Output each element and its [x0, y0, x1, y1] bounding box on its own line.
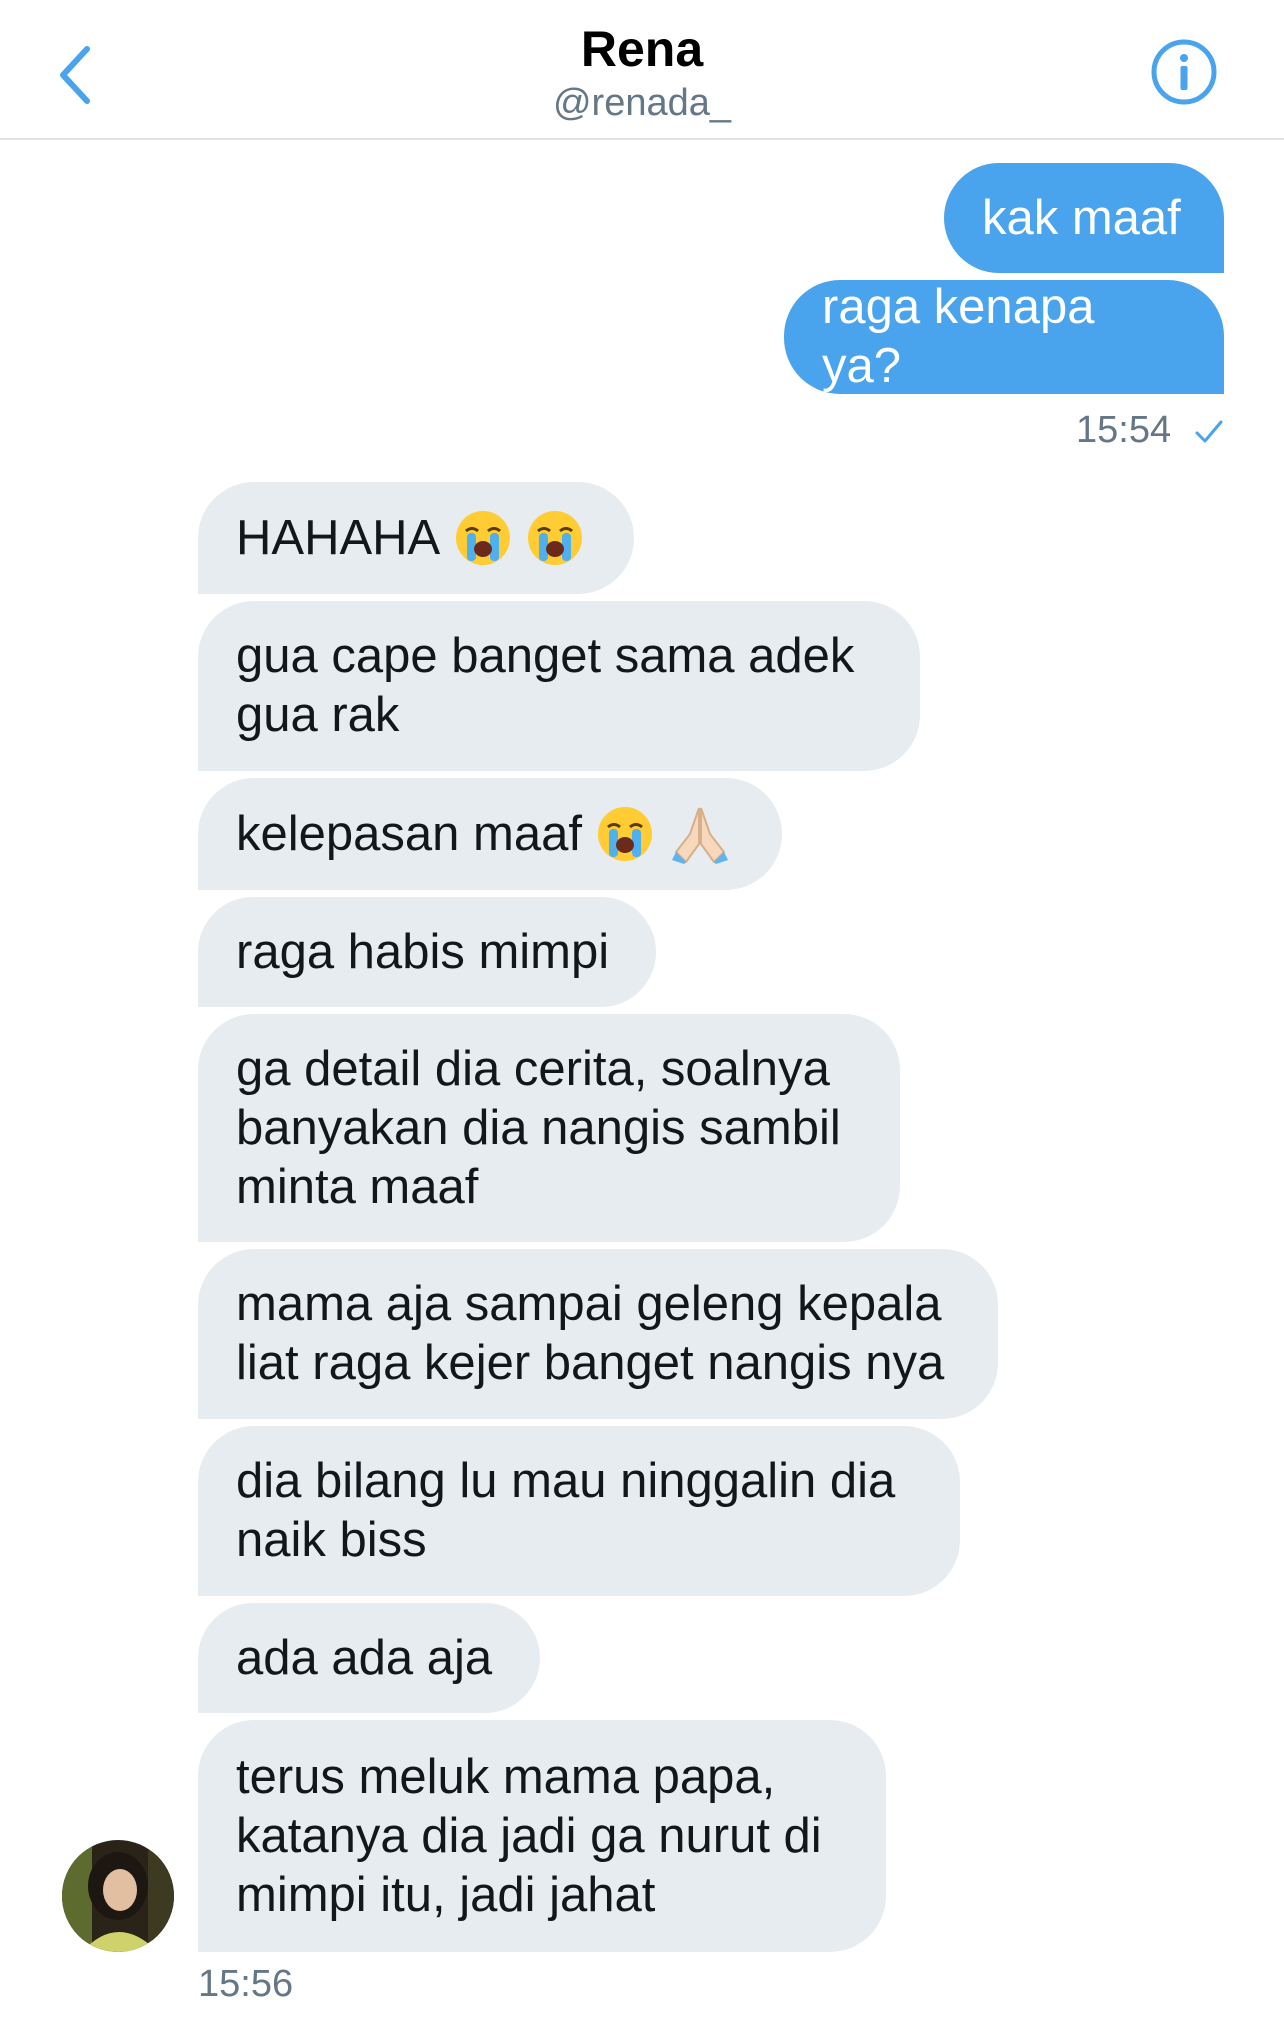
message-text: dia bilang lu mau ninggalin dia naik bis… [236, 1454, 896, 1567]
loudly-crying-face-emoji [456, 511, 511, 565]
checkmark-icon [1195, 420, 1223, 443]
sent-timestamp: 15:54 [1076, 407, 1224, 453]
message-bubble-received[interactable]: dia bilang lu mau ninggalin dia naik bis… [198, 1426, 960, 1596]
message-text: raga kenapa ya? [822, 280, 1095, 393]
avatar-photo [62, 1840, 174, 1952]
message-bubble-received[interactable]: gua cape banget sama adek gua rak [198, 601, 920, 771]
message-text: gua cape banget sama adek gua rak [236, 629, 855, 742]
conversation-header: Rena @renada_ [0, 0, 1284, 140]
message-bubble-received[interactable]: ga detail dia cerita, soalnya banyakan d… [198, 1014, 900, 1242]
folded-hands-emoji [671, 807, 728, 864]
message-text: raga habis mimpi [236, 924, 610, 979]
message-bubble-received[interactable]: raga habis mimpi [198, 897, 656, 1007]
conversation-title-block[interactable]: Rena @renada_ [0, 18, 1284, 126]
timestamp-text: 15:54 [1076, 409, 1172, 451]
contact-name: Rena [580, 21, 704, 77]
message-text: ada ada aja [236, 1630, 493, 1685]
message-bubble-received[interactable]: kelepasan maaf [198, 778, 782, 890]
contact-handle: @renada_ [552, 82, 732, 124]
message-text: HAHAHA [236, 510, 441, 565]
avatar[interactable] [62, 1840, 174, 1952]
message-bubble-sent[interactable]: raga kenapa ya? [784, 280, 1224, 394]
message-text: mama aja sampai geleng kepala liat raga … [236, 1277, 945, 1390]
message-text: ga detail dia cerita, soalnya banyakan d… [236, 1041, 841, 1214]
message-bubble-received[interactable]: HAHAHA [198, 482, 634, 594]
message-text: terus meluk mama papa, katanya dia jadi … [236, 1749, 822, 1922]
loudly-crying-face-emoji [597, 807, 652, 861]
message-bubble-received[interactable]: ada ada aja [198, 1603, 540, 1713]
message-bubble-received[interactable]: mama aja sampai geleng kepala liat raga … [198, 1249, 998, 1419]
message-bubble-sent[interactable]: kak maaf [944, 163, 1224, 273]
info-button[interactable] [1150, 38, 1218, 106]
loudly-crying-face-emoji [528, 511, 583, 565]
message-bubble-received[interactable]: terus meluk mama papa, katanya dia jadi … [198, 1720, 886, 1952]
info-circle-icon [1151, 39, 1217, 105]
timestamp-text: 15:56 [198, 1963, 294, 2005]
message-text: kelepasan maaf [236, 806, 582, 861]
received-timestamp: 15:56 [198, 1961, 293, 2007]
message-text: kak maaf [982, 190, 1181, 245]
